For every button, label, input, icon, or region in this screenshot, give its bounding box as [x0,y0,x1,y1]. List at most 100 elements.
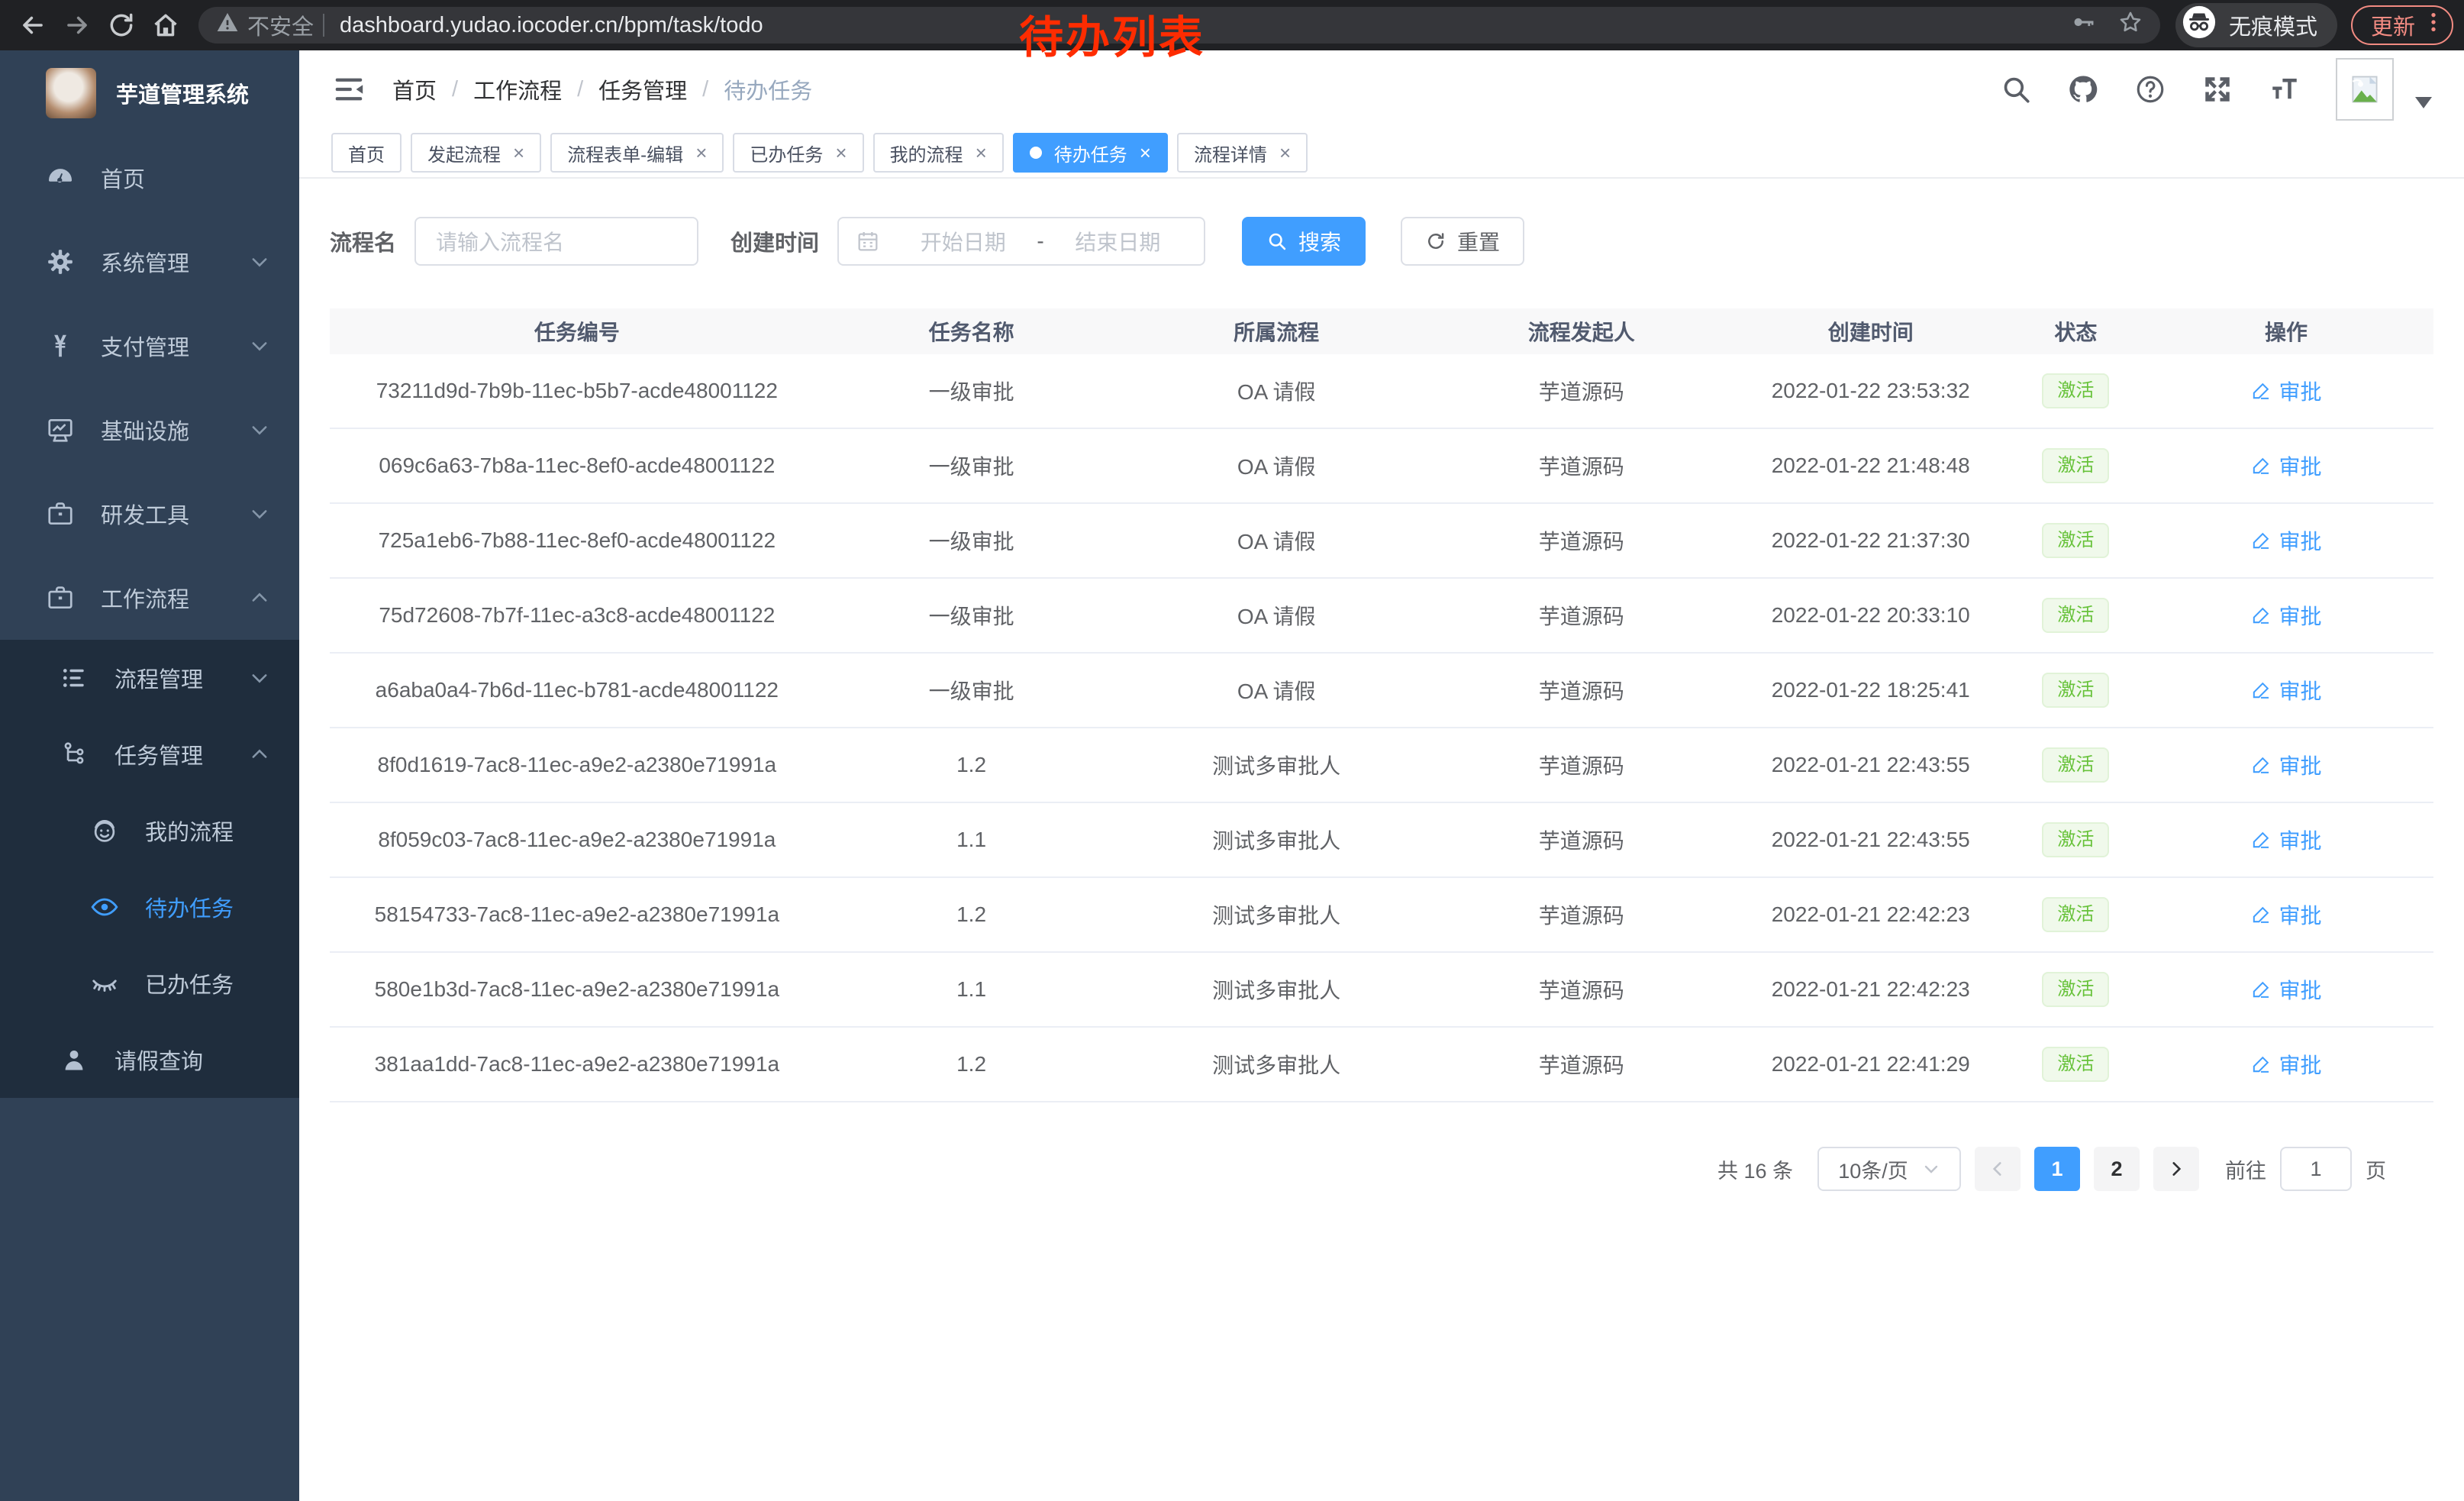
tab-label: 首页 [348,140,385,166]
table-body: 73211d9d-7b9b-11ec-b5b7-acde48001122一级审批… [330,354,2433,1102]
page-button-2[interactable]: 2 [2094,1147,2140,1191]
tab-已办任务[interactable]: 已办任务 × [733,133,863,173]
breadcrumb-item[interactable]: 工作流程 [473,73,562,105]
briefcase-icon [46,499,75,528]
security-warning-icon[interactable] [215,10,240,40]
update-button[interactable]: 更新 [2351,5,2453,45]
tab-close-icon[interactable]: × [695,143,707,163]
tab-close-icon[interactable]: × [1140,143,1151,163]
approve-link-label: 审批 [2279,1049,2322,1080]
sidebar-item-label: 请假查询 [114,1044,270,1076]
password-key-icon[interactable] [2070,9,2096,41]
tab-label: 待办任务 [1054,140,1127,166]
created-time-cell: 2022-01-22 23:53:32 [1729,379,2013,403]
sidebar-item-label: 流程管理 [114,662,223,694]
process-name-input[interactable]: 请输入流程名 [414,217,698,266]
home-icon[interactable] [144,3,188,47]
forward-icon[interactable] [55,3,99,47]
process-cell: OA 请假 [1118,675,1434,705]
approve-link[interactable]: 审批 [2251,899,2322,930]
goto-page-input[interactable]: 1 [2280,1147,2352,1191]
sidebar-item-支付管理[interactable]: 支付管理 [0,304,299,388]
next-page-button[interactable] [2153,1147,2199,1191]
sidebar-item-任务管理[interactable]: 任务管理 [0,716,299,792]
table-row: 069c6a63-7b8a-11ec-8ef0-acde48001122一级审批… [330,429,2433,504]
prev-page-button[interactable] [1975,1147,2021,1191]
tab-我的流程[interactable]: 我的流程× [873,133,1004,173]
tab-流程详情[interactable]: 流程详情 × [1177,133,1308,173]
approve-link[interactable]: 审批 [2251,825,2322,855]
page-button-1[interactable]: 1 [2034,1147,2080,1191]
approve-link[interactable]: 审批 [2251,974,2322,1005]
sidebar-item-系统管理[interactable]: 系统管理 [0,220,299,304]
table-column-header: 所属流程 [1118,316,1434,347]
tab-发起流程[interactable]: 发起流程× [411,133,541,173]
github-icon[interactable] [2067,73,2099,105]
search-button-label: 搜索 [1298,226,1341,257]
chevron-down-icon [249,667,270,689]
process-cell: OA 请假 [1118,600,1434,631]
page-size-select[interactable]: 10条/页 [1817,1147,1961,1191]
bookmark-star-icon[interactable] [2117,9,2143,41]
sidebar-item-基础设施[interactable]: 基础设施 [0,388,299,472]
fullscreen-icon[interactable] [2201,73,2233,105]
help-icon[interactable] [2134,73,2166,105]
edit-icon [2251,530,2272,550]
date-range-input[interactable]: 开始日期 - 结束日期 [837,217,1205,266]
approve-link[interactable]: 审批 [2251,525,2322,556]
sidebar-item-label: 任务管理 [114,738,223,770]
app-logo[interactable]: 芋道管理系统 [0,50,299,136]
tab-close-icon[interactable]: × [1279,143,1291,163]
sidebar-item-流程管理[interactable]: 流程管理 [0,640,299,716]
table-row: 73211d9d-7b9b-11ec-b5b7-acde48001122一级审批… [330,354,2433,429]
task-name-cell: 1.2 [824,753,1119,777]
status-cell: 激活 [2013,523,2139,558]
refresh-icon [1425,231,1446,252]
tab-label: 已办任务 [750,140,823,166]
select-caret-icon [1922,1160,1940,1178]
sidebar-item-工作流程[interactable]: 工作流程 [0,556,299,640]
menu-dots-icon[interactable] [2421,10,2446,40]
avatar[interactable] [2336,58,2394,121]
sidebar-item-我的流程[interactable]: 我的流程 [0,792,299,869]
tab-首页[interactable]: 首页 [331,133,402,173]
sidebar-collapse-icon[interactable] [331,72,366,107]
tab-label: 流程详情 [1194,140,1267,166]
avatar-caret-icon[interactable] [2415,97,2432,108]
breadcrumb-separator: / [702,77,708,102]
approve-link[interactable]: 审批 [2251,376,2322,406]
sidebar-item-label: 基础设施 [101,414,223,446]
tab-流程表单-编辑[interactable]: 流程表单-编辑× [550,133,724,173]
font-size-icon[interactable] [2269,73,2301,105]
url-text[interactable]: dashboard.yudao.iocoder.cn/bpm/task/todo [340,13,763,38]
reload-icon[interactable] [99,3,144,47]
search-icon[interactable] [2000,73,2032,105]
approve-link[interactable]: 审批 [2251,450,2322,481]
header-actions [2000,58,2432,121]
status-badge: 激活 [2042,598,2109,633]
approve-link-label: 审批 [2279,525,2322,556]
sidebar-item-请假查询[interactable]: 请假查询 [0,1022,299,1098]
gear-icon [46,247,75,276]
search-button-icon [1266,231,1288,252]
breadcrumb-item[interactable]: 任务管理 [598,73,687,105]
reset-button[interactable]: 重置 [1401,217,1524,266]
tab-close-icon[interactable]: × [976,143,987,163]
tab-close-icon[interactable]: × [513,143,524,163]
sidebar-item-研发工具[interactable]: 研发工具 [0,472,299,556]
sidebar-item-已办任务[interactable]: 已办任务 [0,945,299,1022]
breadcrumb-item[interactable]: 首页 [392,73,437,105]
tab-close-icon[interactable]: × [835,143,847,163]
tab-待办任务[interactable]: 待办任务 × [1013,133,1168,173]
created-time-cell: 2022-01-22 21:37:30 [1729,528,2013,553]
sidebar-item-待办任务[interactable]: 待办任务 [0,869,299,945]
approve-link[interactable]: 审批 [2251,600,2322,631]
search-button[interactable]: 搜索 [1242,217,1366,266]
sidebar-item-首页[interactable]: 首页 [0,136,299,220]
goto-page-value: 1 [2310,1157,2321,1181]
approve-link[interactable]: 审批 [2251,675,2322,705]
approve-link[interactable]: 审批 [2251,750,2322,780]
approve-link[interactable]: 审批 [2251,1049,2322,1080]
back-icon[interactable] [11,3,55,47]
table-column-header: 任务编号 [330,316,824,347]
